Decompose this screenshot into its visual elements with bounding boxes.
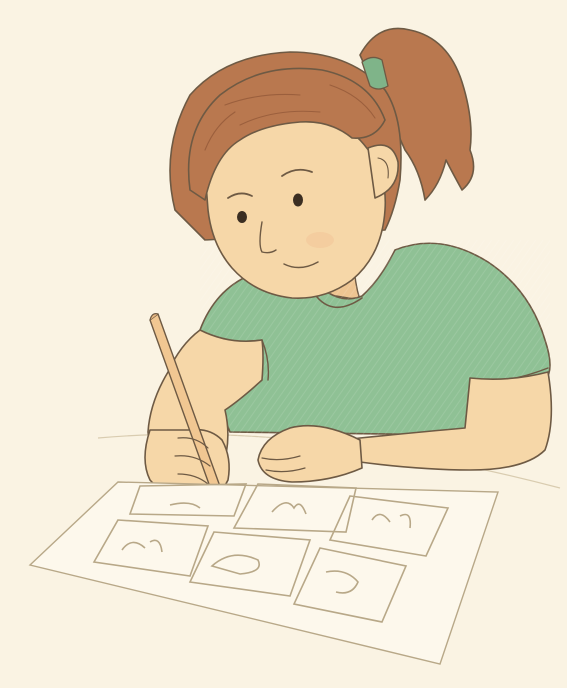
eye-left bbox=[237, 211, 247, 223]
illustration-scene bbox=[0, 0, 567, 688]
illustration-canvas bbox=[0, 0, 567, 688]
eye-right bbox=[293, 193, 303, 207]
cheek bbox=[306, 232, 334, 248]
